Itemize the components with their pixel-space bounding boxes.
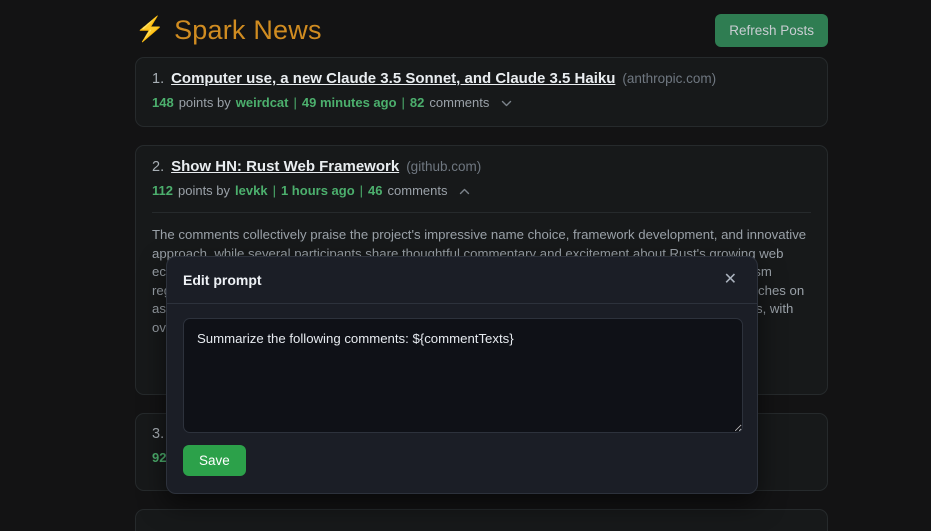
post-points: 112 [152, 183, 173, 198]
edit-prompt-modal: Edit prompt ✕ Save [166, 256, 758, 494]
modal-body [167, 304, 757, 433]
post-age: 1 hours ago [280, 183, 355, 198]
app-root: ⚡ Spark News Refresh Posts 1. Computer u… [0, 0, 931, 531]
post-title-link[interactable]: Computer use, a new Claude 3.5 Sonnet, a… [171, 70, 615, 87]
prompt-textarea[interactable] [183, 318, 743, 433]
post-rank: 2. [152, 159, 165, 175]
post-title-row: 2. Show HN: Rust Web Framework (github.c… [136, 146, 827, 175]
points-label: points by [178, 95, 231, 110]
post-comment-count[interactable]: 82 [410, 95, 424, 110]
post-points: 148 [152, 95, 174, 110]
post-age: 49 minutes ago [301, 95, 397, 110]
modal-footer: Save [167, 433, 757, 476]
meta-separator: | [293, 95, 297, 110]
post-title-link[interactable]: Show HN: Rust Web Framework [171, 158, 399, 175]
post-author[interactable]: levkk [235, 183, 268, 198]
meta-separator: | [401, 95, 405, 110]
chevron-down-icon[interactable] [500, 97, 513, 110]
save-button[interactable]: Save [183, 445, 246, 476]
page-header: ⚡ Spark News Refresh Posts [135, 8, 828, 52]
brand: ⚡ Spark News [135, 15, 322, 46]
meta-separator: | [272, 183, 276, 198]
refresh-posts-button[interactable]: Refresh Posts [715, 13, 828, 47]
post-comment-count[interactable]: 46 [368, 183, 382, 198]
post-rank: 3. [152, 426, 165, 442]
bolt-icon: ⚡ [135, 16, 166, 43]
post-meta-row: 148 points by weirdcat | 49 minutes ago … [136, 87, 827, 110]
chevron-up-icon[interactable] [458, 185, 471, 198]
post-domain: (github.com) [406, 159, 482, 174]
post-author[interactable]: weirdcat [236, 95, 289, 110]
post-card[interactable]: 1. Computer use, a new Claude 3.5 Sonnet… [135, 57, 828, 127]
meta-separator: | [359, 183, 364, 198]
post-card[interactable] [135, 509, 828, 531]
close-icon[interactable]: ✕ [720, 269, 741, 291]
modal-title: Edit prompt [183, 272, 262, 288]
page-title: Spark News [174, 14, 322, 45]
modal-header: Edit prompt ✕ [167, 257, 757, 304]
comments-label: comments [387, 183, 448, 198]
post-rank: 1. [152, 71, 165, 87]
post-meta-row: 112 points by levkk | 1 hours ago | 46 c… [136, 175, 827, 198]
post-title-row: 1. Computer use, a new Claude 3.5 Sonnet… [136, 58, 827, 87]
post-points: 92 [152, 450, 167, 465]
points-label: points by [177, 183, 231, 198]
post-domain: (anthropic.com) [622, 71, 717, 86]
comments-label: comments [429, 95, 490, 110]
